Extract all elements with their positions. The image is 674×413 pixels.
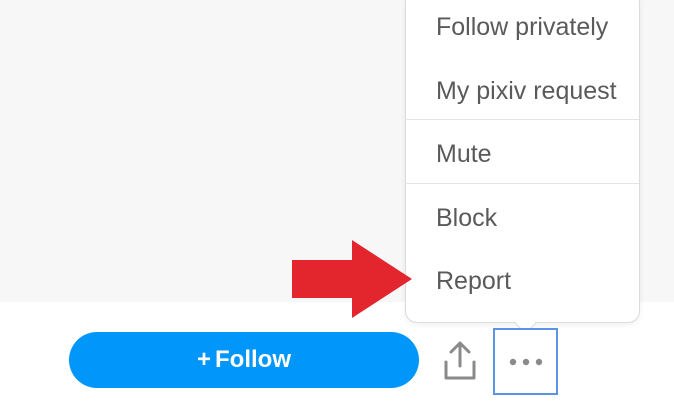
ellipsis-icon [509,358,542,365]
menu-item-mute[interactable]: Mute [406,124,639,184]
menu-item-block[interactable]: Block [406,188,639,248]
share-icon [444,341,476,380]
menu-divider [406,183,639,184]
menu-item-follow-privately[interactable]: Follow privately [406,0,639,57]
menu-item-report[interactable]: Report [406,251,639,311]
follow-label: Follow [215,346,291,373]
red-arrow-annotation [292,240,412,318]
more-options-button[interactable] [493,328,558,395]
menu-divider [406,119,639,120]
menu-item-my-pixiv-request[interactable]: My pixiv request [406,61,639,121]
plus-icon: + [197,346,212,373]
follow-button[interactable]: + Follow [69,332,419,388]
more-options-menu: Follow privately My pixiv request Mute B… [405,0,640,323]
share-button[interactable] [440,340,480,382]
